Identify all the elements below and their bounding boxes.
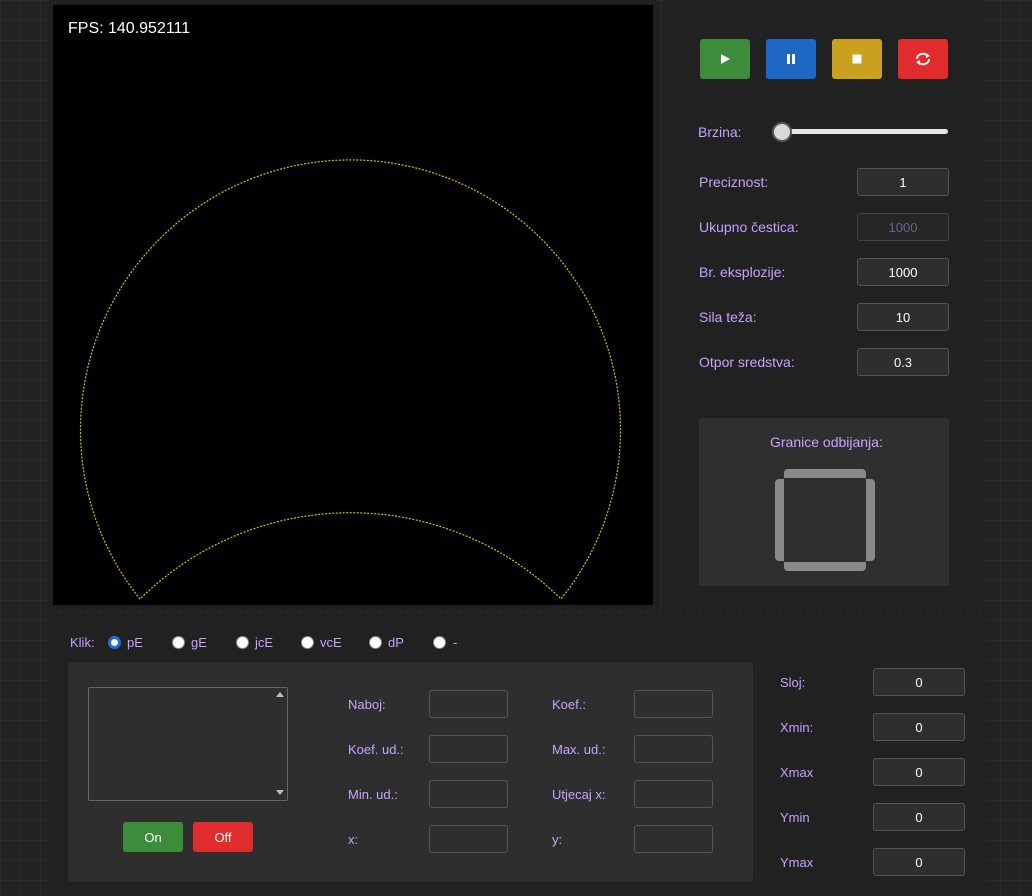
layer-input[interactable] [873, 668, 965, 696]
particle-boundary-shape [79, 159, 622, 600]
total-particles-input [857, 213, 949, 241]
gravity-label: Sila teža: [699, 309, 757, 325]
radio-label-none: - [453, 635, 458, 650]
scroll-up-icon [276, 692, 284, 697]
bound-right-toggle[interactable] [866, 479, 875, 561]
xmin-label: Xmin: [780, 720, 814, 735]
coef-input[interactable] [634, 690, 713, 718]
stop-icon [852, 54, 862, 64]
radio-vcE[interactable] [301, 636, 314, 649]
xmax-label: Xmax [780, 765, 814, 780]
pause-icon [787, 54, 795, 64]
xmin-input[interactable] [873, 713, 965, 741]
x-input[interactable] [429, 825, 508, 853]
radio-label-pE: pE [127, 635, 143, 650]
ymin-input[interactable] [873, 803, 965, 831]
pause-button[interactable] [766, 39, 816, 79]
max-dist-label: Max. ud.: [552, 742, 606, 757]
refresh-icon [916, 52, 930, 66]
explosion-count-label: Br. eksplozije: [699, 264, 786, 280]
explosion-count-input[interactable] [857, 258, 949, 286]
reset-button[interactable] [898, 39, 948, 79]
play-button[interactable] [700, 39, 750, 79]
radio-label-dP: dP [388, 635, 404, 650]
drag-label: Otpor sredstva: [699, 354, 795, 370]
explosion-outline [79, 159, 622, 600]
radio-label-vcE: vcE [320, 635, 342, 650]
total-particles-label: Ukupno čestica: [699, 219, 799, 235]
bound-left-toggle[interactable] [775, 479, 784, 561]
ymax-label: Ymax [780, 855, 814, 870]
charge-label: Naboj: [348, 697, 386, 712]
simulation-canvas[interactable] [53, 5, 653, 605]
radio-dP[interactable] [369, 636, 382, 649]
click-mode-label: Klik: [70, 635, 95, 650]
min-dist-label: Min. ud.: [348, 787, 398, 802]
on-button[interactable]: On [123, 822, 183, 852]
dist-coef-label: Koef. ud.: [348, 742, 404, 757]
scroll-down-icon [276, 790, 284, 795]
charge-input[interactable] [429, 690, 508, 718]
ymax-input[interactable] [873, 848, 965, 876]
radio-gE[interactable] [172, 636, 185, 649]
ymin-label: Ymin [780, 810, 810, 825]
min-dist-input[interactable] [429, 780, 508, 808]
speed-slider-thumb[interactable] [772, 122, 792, 142]
x-label: x: [348, 832, 359, 847]
gravity-input[interactable] [857, 303, 949, 331]
radio-label-gE: gE [191, 635, 207, 650]
play-icon [721, 54, 730, 64]
dist-coef-input[interactable] [429, 735, 508, 763]
influence-x-label: Utjecaj x: [552, 787, 606, 802]
drag-input[interactable] [857, 348, 949, 376]
speed-slider-track[interactable] [782, 129, 948, 134]
bound-bottom-toggle[interactable] [784, 562, 866, 571]
radio-none[interactable] [433, 636, 446, 649]
precision-label: Preciznost: [699, 174, 769, 190]
xmax-input[interactable] [873, 758, 965, 786]
fps-counter: FPS: 140.952111 [68, 20, 191, 37]
speed-label: Brzina: [698, 124, 742, 140]
max-dist-input[interactable] [634, 735, 713, 763]
influence-x-input[interactable] [634, 780, 713, 808]
y-input[interactable] [634, 825, 713, 853]
element-list[interactable] [88, 687, 288, 801]
y-label: y: [552, 832, 563, 847]
radio-jcE[interactable] [236, 636, 249, 649]
precision-input[interactable] [857, 168, 949, 196]
stop-button[interactable] [832, 39, 882, 79]
list-scrollbar[interactable] [274, 688, 286, 800]
layer-label: Sloj: [780, 675, 806, 690]
radio-label-jcE: jcE [255, 635, 274, 650]
bound-top-toggle[interactable] [784, 469, 866, 478]
coef-label: Koef.: [552, 697, 586, 712]
radio-pE[interactable] [108, 636, 121, 649]
bounds-title: Granice odbijanja: [770, 434, 883, 450]
off-button[interactable]: Off [193, 822, 253, 852]
